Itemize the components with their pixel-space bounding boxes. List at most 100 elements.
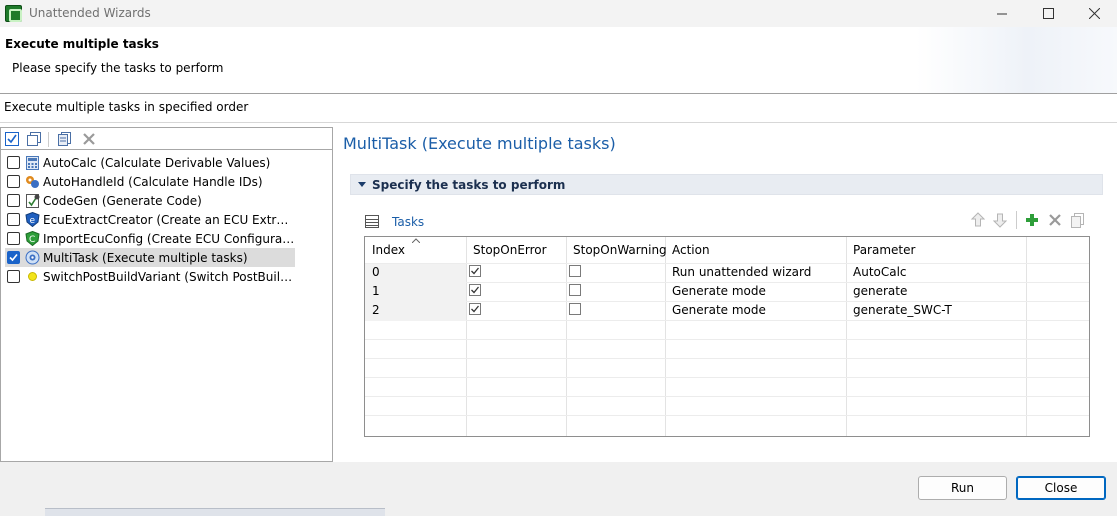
- tree-item-importecuconfig[interactable]: C ImportEcuConfig (Create ECU Configurat…: [5, 229, 295, 248]
- cell-action[interactable]: Run unattended wizard: [665, 263, 811, 282]
- index-cell-bg: [365, 283, 466, 302]
- row-divider: [365, 415, 1089, 416]
- tree-item-label: MultiTask (Execute multiple tasks): [43, 250, 248, 265]
- toolbar-separator: [1016, 211, 1017, 229]
- handle-id-icon: [25, 174, 40, 189]
- title-bar: Unattended Wizards: [0, 0, 1117, 27]
- codegen-icon: [25, 193, 40, 208]
- uncheck-all-icon[interactable]: [27, 132, 41, 146]
- column-header-action[interactable]: Action: [665, 237, 846, 263]
- close-button[interactable]: Close: [1016, 476, 1106, 500]
- row-divider: [365, 320, 1089, 321]
- index-cell-bg: [365, 302, 466, 321]
- tree-item-checkbox[interactable]: [7, 156, 20, 169]
- cell-index[interactable]: 1: [365, 282, 380, 301]
- cell-index[interactable]: 0: [365, 263, 380, 282]
- window-title: Unattended Wizards: [29, 6, 151, 20]
- cell-action[interactable]: Generate mode: [665, 282, 766, 301]
- section-header[interactable]: Specify the tasks to perform: [350, 174, 1103, 195]
- column-header-label: StopOnWarning: [573, 243, 667, 257]
- stop-on-warning-checkbox[interactable]: [569, 284, 581, 296]
- section-title: Specify the tasks to perform: [372, 178, 566, 192]
- tree-item-label: SwitchPostBuildVariant (Switch PostBuild…: [43, 269, 295, 284]
- tree-item-checkbox[interactable]: [7, 232, 20, 245]
- multitask-icon: [25, 250, 40, 265]
- column-header-stoponwarning[interactable]: StopOnWarning: [566, 237, 667, 263]
- tree-item-switchpostbuildvariant[interactable]: SwitchPostBuildVariant (Switch PostBuild…: [5, 267, 295, 286]
- check-all-icon[interactable]: [5, 132, 19, 146]
- wizard-description: Execute multiple tasks in specified orde…: [4, 100, 249, 114]
- tasks-label: Tasks: [392, 215, 425, 229]
- ecu-extract-icon: e: [25, 212, 40, 227]
- wizard-title: Execute multiple tasks: [5, 37, 159, 51]
- toolbar-separator: [48, 132, 49, 147]
- remove-icon[interactable]: [82, 132, 96, 146]
- tree-item-label: CodeGen (Generate Code): [43, 193, 202, 208]
- row-divider: [365, 396, 1089, 397]
- tree-item-autohandleid[interactable]: AutoHandleId (Calculate Handle IDs): [5, 172, 295, 191]
- delete-icon[interactable]: [1046, 211, 1064, 229]
- tree-item-checkbox[interactable]: [7, 270, 20, 283]
- row-divider: [365, 377, 1089, 378]
- svg-text:C: C: [29, 235, 35, 245]
- stop-on-warning-checkbox[interactable]: [569, 265, 581, 277]
- wizard-subtitle: Please specify the tasks to perform: [12, 61, 224, 75]
- column-header-stoponerror[interactable]: StopOnError: [466, 237, 566, 263]
- import-ecu-icon: C: [25, 231, 40, 246]
- column-divider: [1026, 237, 1027, 436]
- detail-title: MultiTask (Execute multiple tasks): [343, 134, 616, 153]
- column-header-label: Parameter: [853, 243, 916, 257]
- index-cell-bg: [365, 264, 466, 283]
- tree-item-label: AutoCalc (Calculate Derivable Values): [43, 155, 271, 170]
- cell-parameter[interactable]: generate: [846, 282, 907, 301]
- column-header-parameter[interactable]: Parameter: [846, 237, 1026, 263]
- variant-icon: [25, 269, 40, 284]
- tree-item-codegen[interactable]: CodeGen (Generate Code): [5, 191, 295, 210]
- divider: [0, 122, 1117, 123]
- cell-parameter[interactable]: generate_SWC-T: [846, 301, 952, 320]
- left-toolbar: [1, 128, 332, 150]
- tree-item-ecuextractcreator[interactable]: e EcuExtractCreator (Create an ECU Extra…: [5, 210, 295, 229]
- add-icon[interactable]: [1023, 211, 1041, 229]
- row-divider: [365, 339, 1089, 340]
- tasks-table: Index StopOnError StopOnWarning Action P…: [364, 236, 1090, 437]
- copy-icon[interactable]: [58, 132, 72, 146]
- stop-on-warning-checkbox[interactable]: [569, 303, 581, 315]
- copy-row-icon[interactable]: [1069, 211, 1087, 229]
- tree-item-label: AutoHandleId (Calculate Handle IDs): [43, 174, 263, 189]
- column-header-index[interactable]: Index: [365, 237, 466, 263]
- tree-item-checkbox[interactable]: [7, 213, 20, 226]
- tree-item-multitask[interactable]: MultiTask (Execute multiple tasks): [5, 248, 295, 267]
- tree-item-autocalc[interactable]: AutoCalc (Calculate Derivable Values): [5, 153, 295, 172]
- calculator-icon: [25, 155, 40, 170]
- wizard-header: Execute multiple tasks Please specify th…: [0, 27, 1117, 94]
- maximize-button[interactable]: [1025, 0, 1071, 27]
- move-down-icon[interactable]: [991, 211, 1009, 229]
- app-icon: [5, 5, 22, 22]
- minimize-button[interactable]: [979, 0, 1025, 27]
- stop-on-error-checkbox[interactable]: [469, 284, 481, 296]
- cell-index[interactable]: 2: [365, 301, 380, 320]
- column-header-label: Index: [372, 243, 406, 257]
- column-header-label: Action: [672, 243, 710, 257]
- column-header-label: StopOnError: [473, 243, 547, 257]
- tree-item-label: ImportEcuConfig (Create ECU Configuratio…: [43, 231, 295, 246]
- tree-item-checkbox[interactable]: [7, 251, 20, 264]
- tree-item-checkbox[interactable]: [7, 175, 20, 188]
- cell-parameter[interactable]: AutoCalc: [846, 263, 907, 282]
- wizard-list-pane: AutoCalc (Calculate Derivable Values) Au…: [0, 127, 333, 462]
- tree-item-label: EcuExtractCreator (Create an ECU Extract…: [43, 212, 295, 227]
- close-window-button[interactable]: [1071, 0, 1117, 27]
- row-divider: [365, 358, 1089, 359]
- table-icon: [365, 215, 379, 228]
- move-up-icon[interactable]: [969, 211, 987, 229]
- column-divider: [566, 237, 567, 436]
- cell-action[interactable]: Generate mode: [665, 301, 766, 320]
- background-window-strip: [45, 508, 385, 516]
- stop-on-error-checkbox[interactable]: [469, 303, 481, 315]
- sort-caret-icon: [412, 238, 420, 243]
- stop-on-error-checkbox[interactable]: [469, 265, 481, 277]
- run-button[interactable]: Run: [918, 476, 1007, 500]
- tree-item-checkbox[interactable]: [7, 194, 20, 207]
- collapse-arrow-icon[interactable]: [358, 182, 366, 187]
